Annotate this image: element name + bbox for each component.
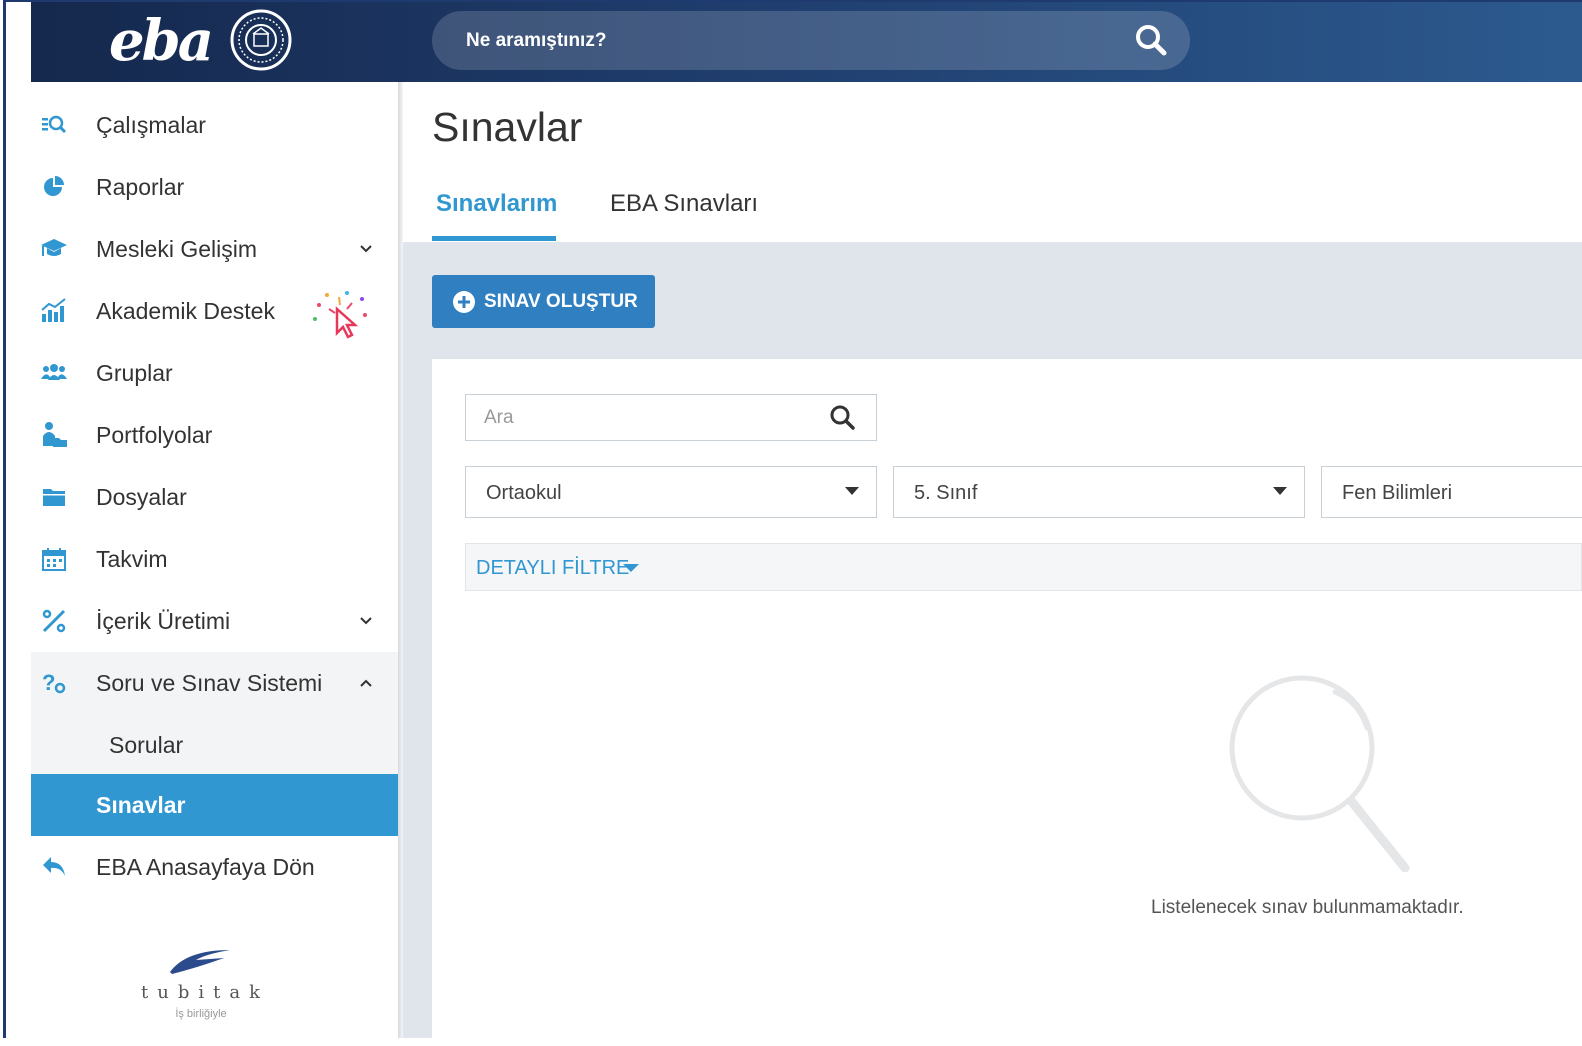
sidebar-item-label: Portfolyolar xyxy=(96,421,213,448)
user-folder-icon xyxy=(43,422,67,447)
sidebar-item-calismalar[interactable]: Çalışmalar xyxy=(31,94,398,156)
content-area: SINAV OLUŞTUR Ortaokul 5. Sınıf Fen Bili… xyxy=(403,242,1582,1038)
search-icon[interactable] xyxy=(828,403,856,431)
sidebar-item-gruplar[interactable]: Gruplar xyxy=(31,342,398,404)
window-frame-left xyxy=(3,0,6,1038)
sidebar-item-label: İçerik Üretimi xyxy=(96,607,231,634)
sidebar-item-label: Takvim xyxy=(96,545,168,572)
sidebar-item-sorular[interactable]: Sorular xyxy=(31,714,398,776)
bar-chart-icon xyxy=(41,298,66,322)
chevron-down-icon[interactable] xyxy=(354,237,378,261)
sidebar-item-raporlar[interactable]: Raporlar xyxy=(31,156,398,218)
empty-state-message: Listelenecek sınav bulunmamaktadır. xyxy=(1151,897,1464,918)
sidebar-item-label: Raporlar xyxy=(96,173,185,200)
subject-select-value: Fen Bilimleri xyxy=(1342,482,1453,504)
question-icon: ? xyxy=(42,670,66,695)
chevron-up-icon[interactable] xyxy=(354,671,378,695)
level-select-value: Ortaokul xyxy=(486,482,562,504)
chevron-down-icon[interactable] xyxy=(354,609,378,633)
sidebar-item-label: Akademik Destek xyxy=(96,297,275,324)
page-header: Sınavlar Sınavlarım EBA Sınavları xyxy=(403,82,1582,242)
sidebar-item-mesleki-gelisim[interactable]: Mesleki Gelişim xyxy=(31,218,398,280)
sidebar-item-label: Dosyalar xyxy=(96,483,187,510)
exam-search-input[interactable] xyxy=(467,396,807,439)
detail-filter-label[interactable]: DETAYLI FİLTRE xyxy=(476,557,629,580)
sidebar-item-label: Gruplar xyxy=(96,359,173,386)
reply-icon xyxy=(43,857,65,876)
sidebar-item-dosyalar[interactable]: Dosyalar xyxy=(31,466,398,528)
sidebar-item-portfolyolar[interactable]: Portfolyolar xyxy=(31,404,398,466)
sidebar-item-label: Mesleki Gelişim xyxy=(96,235,258,262)
graduation-cap-icon xyxy=(41,239,67,256)
grade-select[interactable]: 5. Sınıf xyxy=(893,466,1305,518)
subject-select[interactable]: Fen Bilimleri xyxy=(1321,466,1582,518)
sponsor-caption: İş birliğiyle xyxy=(175,1008,227,1020)
new-click-badge-icon xyxy=(313,291,367,339)
sidebar-item-label: Çalışmalar xyxy=(96,111,206,138)
sidebar: Çalışmalar Raporlar Mesleki Gelişim Akad… xyxy=(31,82,398,1038)
tab-sinavlarim[interactable]: Sınavlarım xyxy=(436,190,557,218)
edit-tools-icon xyxy=(42,609,66,633)
magnifier-empty-icon xyxy=(1229,675,1410,872)
top-bar: eba Ne aramıştınız? xyxy=(31,2,1582,82)
level-select[interactable]: Ortaokul xyxy=(465,466,877,518)
plus-circle-icon xyxy=(453,291,475,313)
sidebar-item-icerik-uretimi[interactable]: İçerik Üretimi xyxy=(31,590,398,652)
tab-eba-sinavlari[interactable]: EBA Sınavları xyxy=(610,190,758,218)
svg-text:?: ? xyxy=(42,670,55,695)
sidebar-item-sinavlar[interactable]: Sınavlar xyxy=(31,774,398,836)
calendar-icon xyxy=(42,548,66,571)
exam-search-box xyxy=(465,394,877,441)
global-search-bar[interactable]: Ne aramıştınız? xyxy=(432,11,1190,70)
sidebar-item-takvim[interactable]: Takvim xyxy=(31,528,398,590)
search-icon[interactable] xyxy=(1134,23,1168,57)
global-search-placeholder[interactable]: Ne aramıştınız? xyxy=(466,30,606,52)
caret-down-icon xyxy=(623,564,639,572)
pie-chart-icon xyxy=(44,176,64,196)
eba-logo[interactable]: eba xyxy=(109,8,214,74)
sidebar-item-label: Soru ve Sınav Sistemi xyxy=(96,669,323,696)
tubitak-logo-icon xyxy=(170,950,230,974)
sidebar-item-label: EBA Anasayfaya Dön xyxy=(96,853,315,880)
grade-select-value: 5. Sınıf xyxy=(914,482,978,504)
caret-down-icon xyxy=(845,487,859,495)
users-icon xyxy=(41,364,67,380)
sidebar-item-soru-sinav-sistemi[interactable]: ? Soru ve Sınav Sistemi xyxy=(31,652,398,714)
caret-down-icon xyxy=(1273,487,1287,495)
sidebar-item-label: Sorular xyxy=(109,731,184,758)
active-tab-indicator xyxy=(432,236,556,241)
page-title: Sınavlar xyxy=(432,104,583,150)
sponsor-name: tubitak xyxy=(141,982,269,1003)
exam-list-panel: Ortaokul 5. Sınıf Fen Bilimleri DETAYLI … xyxy=(432,359,1582,1038)
search-list-icon xyxy=(42,115,67,134)
meb-emblem-icon xyxy=(230,9,292,71)
sidebar-item-akademik-destek[interactable]: Akademik Destek xyxy=(31,280,398,342)
detail-filter-bar[interactable]: DETAYLI FİLTRE xyxy=(465,543,1582,591)
sponsor-logo: tubitak İş birliğiyle xyxy=(141,942,261,1032)
sidebar-item-label: Sınavlar xyxy=(96,791,186,818)
folder-icon xyxy=(43,489,65,506)
create-exam-label: SINAV OLUŞTUR xyxy=(484,291,638,312)
create-exam-button[interactable]: SINAV OLUŞTUR xyxy=(432,275,655,328)
sidebar-item-eba-anasayfa[interactable]: EBA Anasayfaya Dön xyxy=(31,836,398,898)
